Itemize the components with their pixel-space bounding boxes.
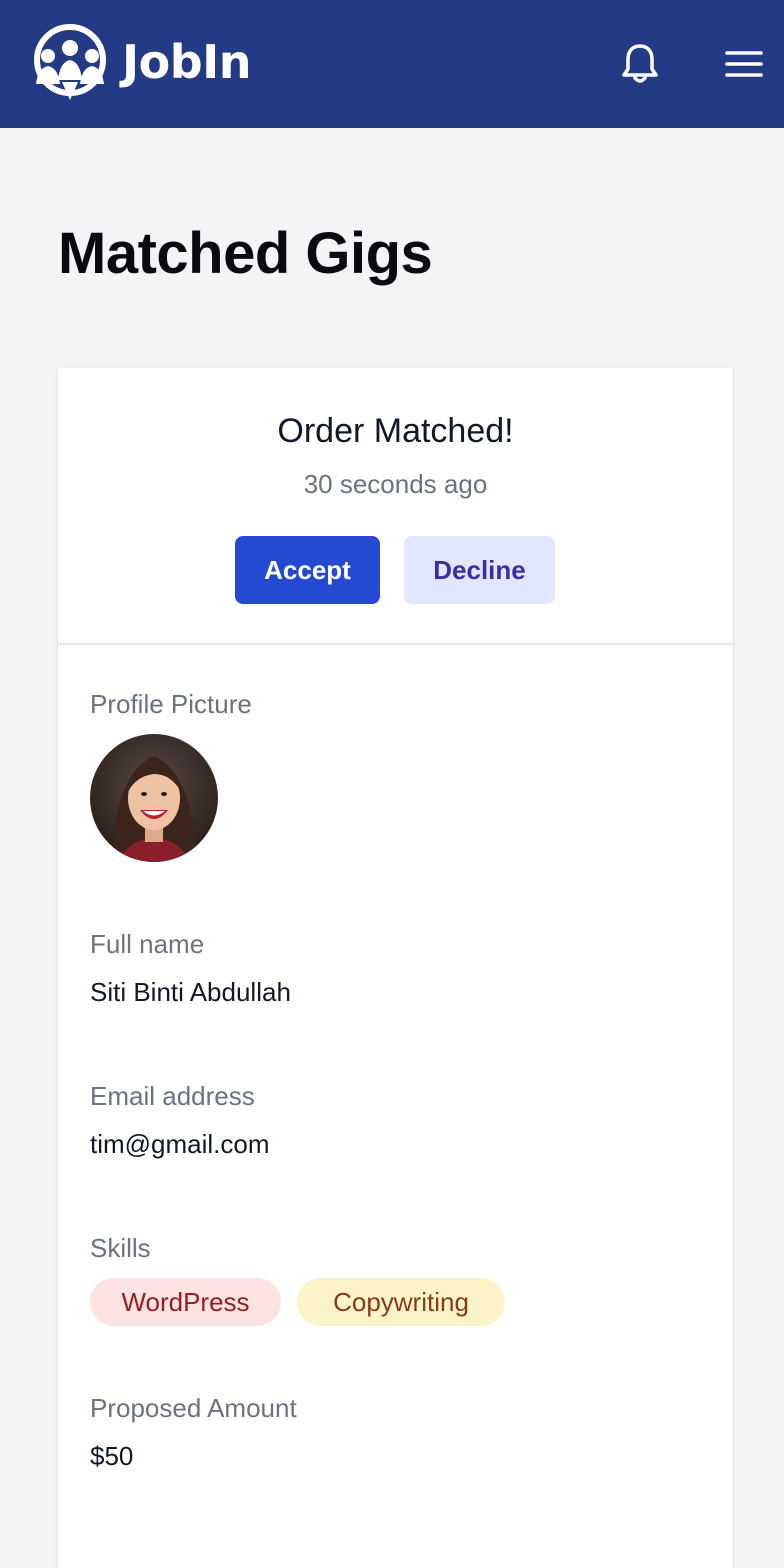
match-timestamp: 30 seconds ago <box>303 469 488 499</box>
proposed-amount-label: Proposed Amount <box>90 1393 297 1423</box>
accept-button[interactable]: Accept <box>235 536 380 604</box>
brand-logo[interactable]: JobIn <box>28 22 252 102</box>
skill-badge-wordpress: WordPress <box>90 1278 281 1326</box>
decline-button[interactable]: Decline <box>404 536 555 604</box>
main-menu-button[interactable] <box>720 42 768 86</box>
bell-icon <box>622 44 658 83</box>
full-name-value: Siti Binti Abdullah <box>90 977 291 1007</box>
full-name-label: Full name <box>90 929 205 959</box>
profile-photo <box>90 734 218 862</box>
proposed-amount-value: $50 <box>90 1441 134 1471</box>
matched-gig-card: Order Matched! 30 seconds ago Accept Dec… <box>58 368 733 1568</box>
profile-picture-label: Profile Picture <box>90 689 252 719</box>
match-title: Order Matched! <box>277 412 514 450</box>
match-header: Order Matched! 30 seconds ago Accept Dec… <box>58 368 733 645</box>
hamburger-menu-icon <box>725 51 763 77</box>
email-label: Email address <box>90 1081 255 1111</box>
brand-name: JobIn <box>122 35 252 89</box>
top-navbar: JobIn <box>0 0 784 128</box>
people-logo-icon <box>34 24 106 100</box>
page-title: Matched Gigs <box>58 221 433 286</box>
email-value: tim@gmail.com <box>90 1129 270 1159</box>
notifications-button[interactable] <box>616 40 664 88</box>
skill-badge-copywriting: Copywriting <box>297 1278 505 1326</box>
avatar <box>90 734 218 862</box>
skills-label: Skills <box>90 1233 151 1263</box>
